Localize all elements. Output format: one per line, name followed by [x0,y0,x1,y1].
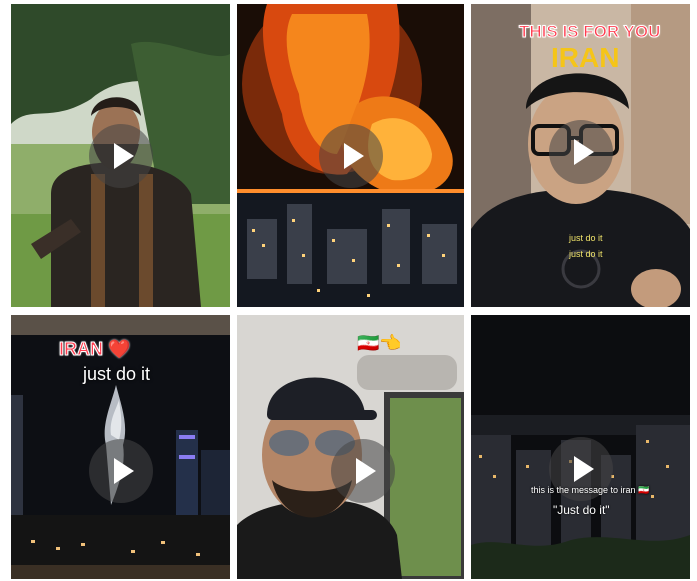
caption-iran-heart: IRAN ❤️ [58,339,131,360]
caption-iran: IRAN [551,42,620,73]
caption-message-to-iran: this is the message to iran 🇮🇷 [531,485,650,495]
play-icon[interactable] [88,123,153,188]
play-icon[interactable] [318,123,383,188]
video-tile-night-smoke[interactable]: IRAN ❤️ just do it [11,315,230,579]
caption-just-do-it: just do it [83,364,151,384]
play-icon[interactable] [88,439,153,503]
video-tile-explosion[interactable] [237,4,464,307]
video-tile-warrior[interactable] [11,4,230,307]
play-icon[interactable] [548,120,613,184]
caption-just-do-it-quote: "Just do it" [553,503,610,517]
video-tile-glasses-man[interactable]: THIS IS FOR YOU IRAN just do it just do … [471,4,690,307]
caption-flag-emoji: 🇮🇷👈 [357,333,402,353]
video-tile-car-selfie[interactable]: 🇮🇷👈 [237,315,464,579]
caption-just-do-it-2: just do it [569,249,603,259]
caption-this-is-for-you: THIS IS FOR YOU [518,22,661,42]
caption-just-do-it-1: just do it [569,233,603,243]
play-icon[interactable] [331,439,395,503]
video-tile-night-city[interactable]: this is the message to iran 🇮🇷 "Just do … [471,315,690,579]
